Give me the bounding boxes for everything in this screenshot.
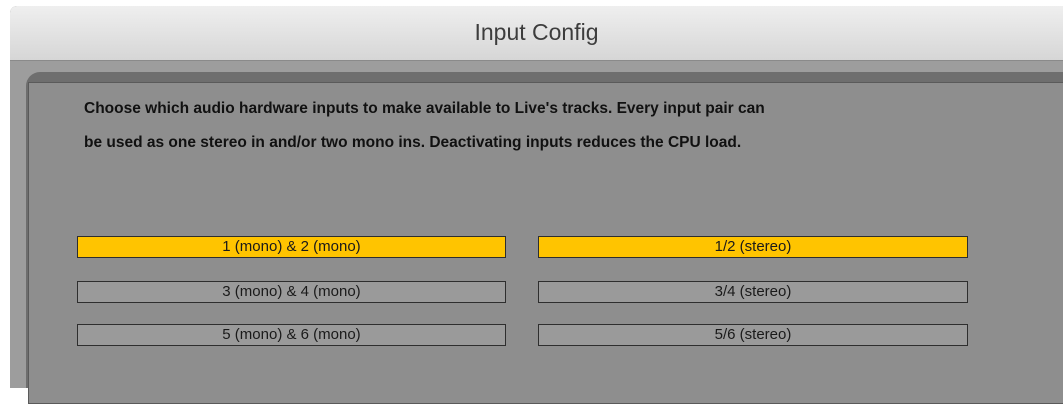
title-bar[interactable]: Input Config <box>10 6 1063 61</box>
description-line-2: be used as one stereo in and/or two mono… <box>84 134 742 151</box>
input-toggle-stereo-5-6[interactable]: 5/6 (stereo) <box>538 324 968 346</box>
description-text: Choose which audio hardware inputs to ma… <box>84 92 1044 160</box>
window-title: Input Config <box>474 19 599 45</box>
description-line-1: Choose which audio hardware inputs to ma… <box>84 100 765 117</box>
input-toggle-mono-1-2[interactable]: 1 (mono) & 2 (mono) <box>77 236 506 258</box>
input-toggle-stereo-1-2[interactable]: 1/2 (stereo) <box>538 236 968 258</box>
input-toggle-mono-3-4[interactable]: 3 (mono) & 4 (mono) <box>77 281 506 303</box>
input-toggle-stereo-3-4[interactable]: 3/4 (stereo) <box>538 281 968 303</box>
input-toggle-mono-5-6[interactable]: 5 (mono) & 6 (mono) <box>77 324 506 346</box>
